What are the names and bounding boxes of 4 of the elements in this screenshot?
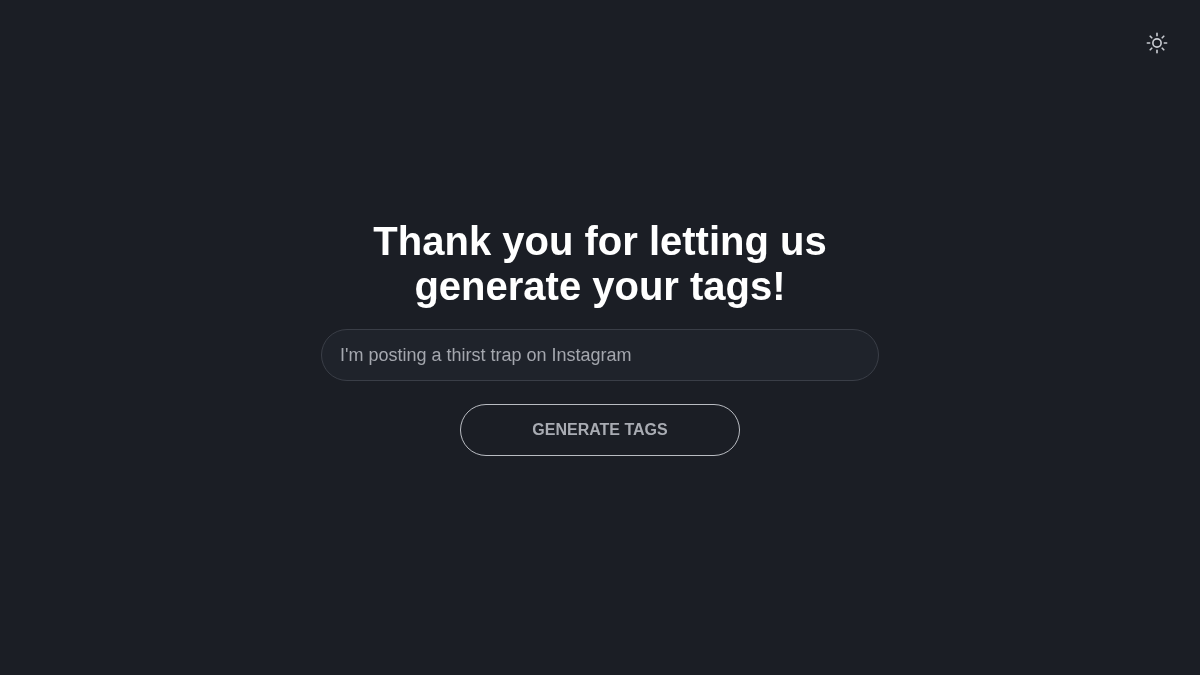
page-heading: Thank you for letting us generate your tags! [372, 219, 828, 309]
theme-toggle-button[interactable] [1145, 31, 1169, 55]
sun-icon [1146, 32, 1168, 54]
prompt-field[interactable]: I'm posting a thirst trap on Instagram [321, 329, 879, 381]
